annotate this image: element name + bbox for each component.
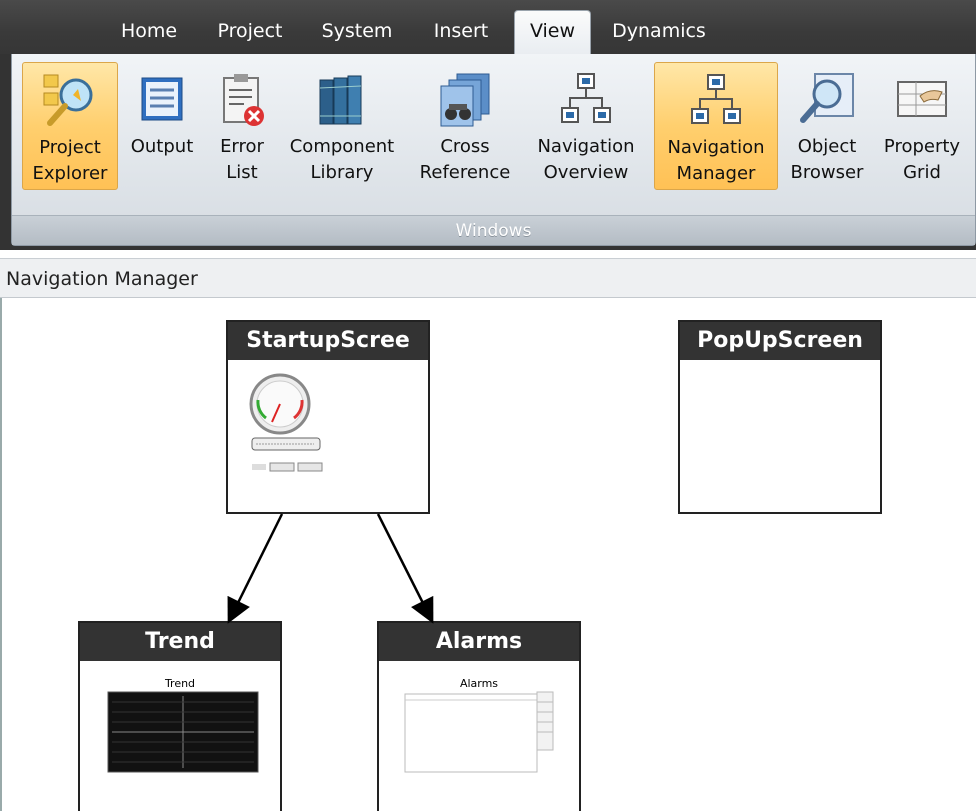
navigation-manager-icon [691, 74, 741, 124]
error-list-icon [223, 74, 264, 126]
property-grid-label: Property Grid [883, 136, 961, 183]
component-library-label: Component Library [289, 136, 395, 183]
node-title: PopUpScreen [680, 322, 880, 360]
property-grid-button[interactable]: Property Grid [874, 62, 970, 190]
tab-dynamics[interactable]: Dynamics [603, 16, 715, 54]
cross-reference-label: Cross Reference [419, 136, 511, 183]
error-list-button[interactable]: Error List [206, 62, 278, 190]
property-grid-icon [897, 81, 947, 117]
tab-insert[interactable]: Insert [420, 16, 502, 54]
error-list-label: Error List [220, 136, 264, 183]
node-title: Alarms [379, 623, 579, 661]
navigation-overview-label: Navigation Overview [537, 136, 635, 183]
node-trend[interactable]: Trend Trend [78, 621, 282, 811]
navigation-overview-icon [561, 73, 611, 123]
tab-project[interactable]: Project [203, 16, 297, 54]
component-library-button[interactable]: Component Library [284, 62, 400, 190]
output-button[interactable]: Output [126, 62, 198, 190]
output-icon [141, 77, 183, 121]
cross-reference-icon [440, 73, 490, 127]
object-browser-icon [800, 73, 854, 123]
node-startup-screen[interactable]: StartupScree [226, 320, 430, 514]
project-explorer-label: Project Explorer [32, 137, 108, 184]
navigation-manager-label: Navigation Manager [667, 137, 765, 184]
tab-home[interactable]: Home [110, 16, 188, 54]
project-explorer-button[interactable]: Project Explorer [22, 62, 118, 190]
ribbon-tab-strip: Home Project System Insert View Dynamics [0, 0, 976, 54]
tab-system[interactable]: System [310, 16, 404, 54]
tab-view[interactable]: View [514, 10, 591, 54]
alarms-thumbnail-caption: Alarms [459, 677, 499, 690]
node-popup-screen[interactable]: PopUpScreen [678, 320, 882, 514]
ribbon-group-windows: Project Explorer Output Error List Compo… [11, 54, 976, 246]
panel-title: Navigation Manager [0, 258, 976, 298]
navigation-overview-button[interactable]: Navigation Overview [528, 62, 644, 190]
node-alarms[interactable]: Alarms Alarms [377, 621, 581, 811]
object-browser-label: Object Browser [790, 136, 864, 183]
object-browser-button[interactable]: Object Browser [784, 62, 870, 190]
cross-reference-button[interactable]: Cross Reference [410, 62, 520, 190]
output-label: Output [130, 136, 194, 157]
ribbon-group-label: Windows [12, 215, 975, 245]
navigation-manager-button[interactable]: Navigation Manager [654, 62, 778, 190]
ribbon: Project Explorer Output Error List Compo… [0, 54, 976, 250]
trend-thumbnail [107, 691, 259, 773]
node-title: Trend [80, 623, 280, 661]
startup-screen-thumbnail [249, 373, 323, 472]
node-title: StartupScree [228, 322, 428, 360]
project-explorer-icon [43, 74, 93, 126]
component-library-icon [319, 75, 362, 125]
alarms-thumbnail [404, 691, 554, 773]
trend-thumbnail-caption: Trend [164, 677, 196, 690]
